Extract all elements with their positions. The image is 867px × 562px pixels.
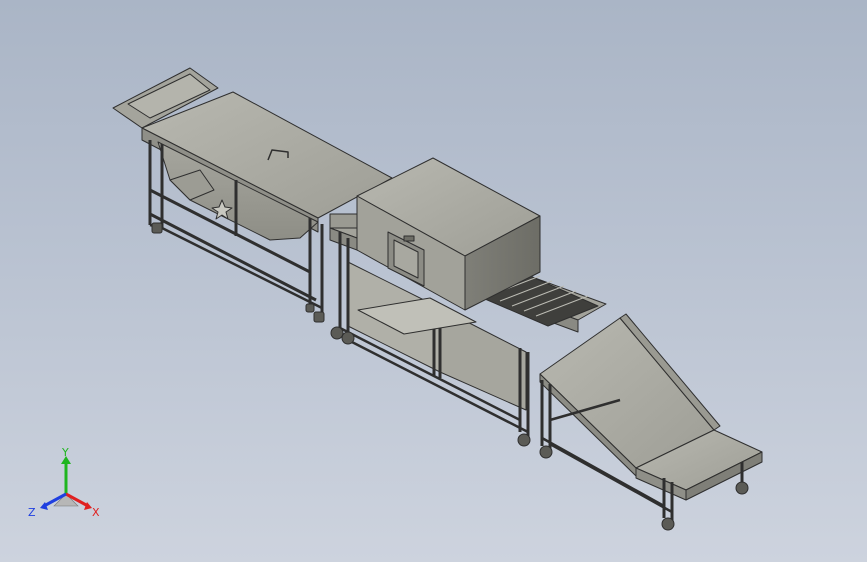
graphics-viewport[interactable]: Y X Z (0, 0, 867, 562)
z-axis-label: Z (28, 506, 36, 519)
y-axis-label: Y (61, 448, 69, 459)
x-axis-label: X (92, 506, 100, 519)
axis-triad: Y X Z (28, 448, 100, 519)
outfeed-section (539, 313, 763, 531)
conveyor-model[interactable] (0, 0, 867, 562)
